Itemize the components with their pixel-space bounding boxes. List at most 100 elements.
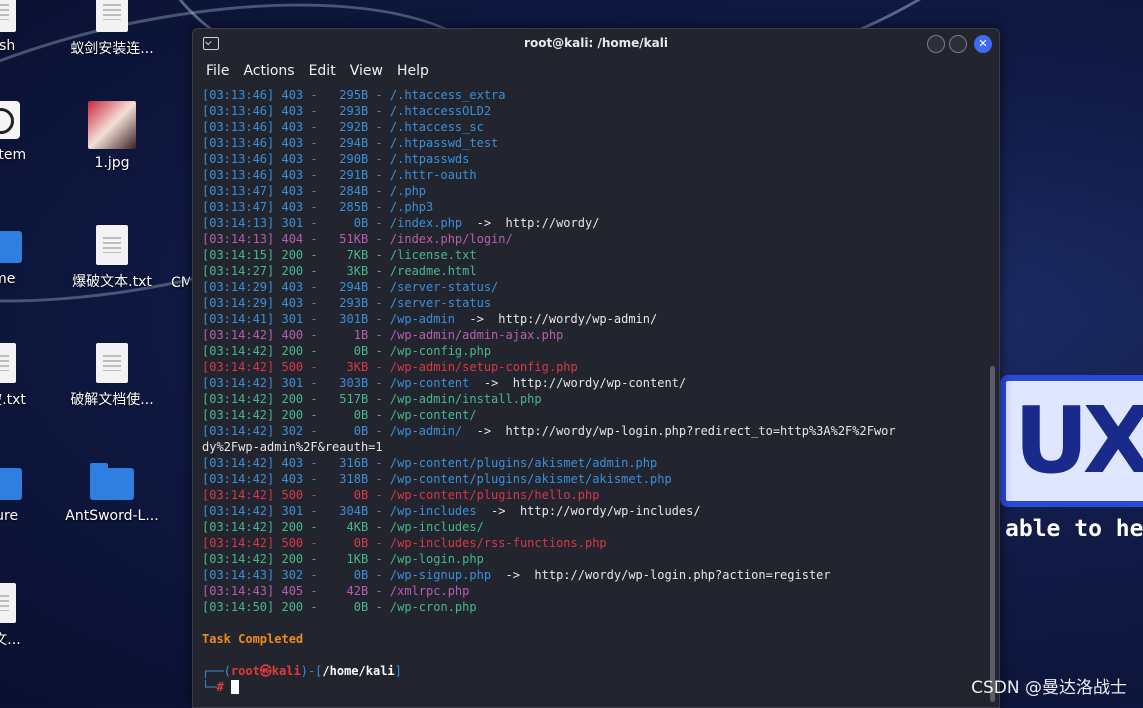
terminal-line-size: 318B bbox=[324, 472, 369, 486]
terminal-window[interactable]: root@kali: /home/kali ✕ File Actions Edi… bbox=[192, 28, 1000, 708]
terminal-line-size: 0B bbox=[324, 488, 369, 502]
desktop-icon-trash[interactable]: rash bbox=[0, 0, 50, 54]
terminal-line-size: 3KB bbox=[324, 360, 369, 374]
desktop-icon-label: 破解文档使... bbox=[70, 392, 154, 408]
background-tagline: able to he bbox=[1005, 516, 1143, 542]
terminal-line-time: [03:14:42] bbox=[202, 360, 275, 374]
terminal-line: [03:13:46] 403 - 295B - /.htaccess_extra bbox=[202, 88, 506, 102]
terminal-line-path: /wp-includes/rss-functions.php bbox=[389, 536, 607, 550]
menu-edit[interactable]: Edit bbox=[302, 63, 343, 79]
desktop-icon-home[interactable]: ome bbox=[0, 225, 50, 287]
terminal-line: dy%2Fwp-admin%2F&reauth=1 bbox=[202, 439, 985, 455]
terminal-line-path: /wp-includes/ bbox=[389, 520, 484, 534]
terminal-line-size: 292B bbox=[324, 120, 369, 134]
terminal-line-time: [03:14:42] bbox=[202, 504, 275, 518]
terminal-line: [03:14:50] 200 - 0B - /wp-cron.php bbox=[202, 600, 477, 614]
folder-icon bbox=[0, 468, 22, 500]
terminal-line: [03:14:42] 500 - 3KB - /wp-admin/setup-c… bbox=[202, 360, 578, 374]
desktop-icon-label: 本文... bbox=[0, 632, 21, 648]
terminal-line-time: [03:14:42] bbox=[202, 456, 275, 470]
terminal-line-size: 294B bbox=[324, 136, 369, 150]
close-icon: ✕ bbox=[978, 37, 988, 50]
terminal-line-time: [03:14:42] bbox=[202, 472, 275, 486]
terminal-line-path: /wp-includes bbox=[389, 504, 477, 518]
terminal-line-path: /index.php/login/ bbox=[389, 232, 513, 246]
terminal-line: [03:14:42] 200 - 0B - /wp-content/ bbox=[202, 408, 477, 422]
desktop-icon-crack-text[interactable]: 爆破文本.txt bbox=[62, 225, 162, 291]
maximize-button[interactable] bbox=[949, 35, 967, 53]
terminal-line-code: 403 bbox=[281, 296, 304, 310]
terminal-line: [03:14:42] 200 - 4KB - /wp-includes/ bbox=[202, 520, 484, 534]
terminal-line-size: 517B bbox=[324, 392, 369, 406]
text-cursor bbox=[230, 680, 239, 694]
window-titlebar[interactable]: root@kali: /home/kali ✕ bbox=[193, 29, 999, 57]
terminal-line-path: /wp-config.php bbox=[389, 344, 492, 358]
terminal-line: [03:14:42] 302 - 0B - /wp-admin/ -> http… bbox=[202, 424, 896, 438]
menu-file[interactable]: File bbox=[199, 63, 236, 79]
terminal-line-code: 200 bbox=[281, 344, 304, 358]
menu-help[interactable]: Help bbox=[390, 63, 436, 79]
terminal-line-path: /.htpasswds bbox=[389, 152, 470, 166]
terminal-line: [03:13:47] 403 - 285B - /.php3 bbox=[202, 200, 434, 214]
desktop-icon-crack-txt[interactable]: 爆破.txt bbox=[0, 343, 50, 409]
terminal-line-path: /wp-content/plugins/akismet/admin.php bbox=[389, 456, 658, 470]
desktop-icon-label: 爆破.txt bbox=[0, 392, 26, 408]
terminal-line-path: /.htaccessOLD2 bbox=[389, 104, 492, 118]
desktop-icon-cm[interactable]: CM bbox=[160, 275, 190, 291]
terminal-line-size: 290B bbox=[324, 152, 369, 166]
terminal-line-size: 304B bbox=[324, 504, 369, 518]
menu-actions[interactable]: Actions bbox=[236, 63, 301, 79]
terminal-line-redirect: -> http://wordy/wp-login.php?redirect_to… bbox=[462, 424, 896, 438]
desktop-icon-crack-doc[interactable]: 破解文档使... bbox=[62, 343, 162, 409]
terminal-line-size: 295B bbox=[324, 88, 369, 102]
terminal-line: [03:14:42] 301 - 304B - /wp-includes -> … bbox=[202, 504, 701, 518]
terminal-line-time: [03:14:42] bbox=[202, 328, 275, 342]
terminal-line-time: [03:13:46] bbox=[202, 88, 275, 102]
terminal-line: [03:14:42] 200 - 517B - /wp-admin/instal… bbox=[202, 392, 542, 406]
desktop-icon-1jpg[interactable]: 1.jpg bbox=[62, 101, 162, 171]
menu-view[interactable]: View bbox=[343, 63, 390, 79]
desktop-icon-label: AntSword-L... bbox=[65, 508, 159, 524]
desktop-icon-antsword-install[interactable]: 蚁剑安装连... bbox=[62, 0, 162, 58]
terminal-line-path: /server-status/ bbox=[389, 280, 499, 294]
terminal-line: [03:14:42] 200 - 1KB - /wp-login.php bbox=[202, 552, 484, 566]
desktop-icon-system[interactable]: System bbox=[0, 101, 50, 163]
terminal-line: [03:14:42] 500 - 0B - /wp-includes/rss-f… bbox=[202, 536, 607, 550]
terminal-line-code: 403 bbox=[281, 104, 304, 118]
terminal-output[interactable]: [03:13:46] 403 - 295B - /.htaccess_extra… bbox=[202, 87, 985, 707]
desktop-icon-text-file[interactable]: 本文... bbox=[0, 583, 50, 649]
terminal-line-time: [03:14:42] bbox=[202, 344, 275, 358]
terminal-line: [03:14:15] 200 - 7KB - /license.txt bbox=[202, 248, 477, 262]
terminal-line: [03:14:29] 403 - 293B - /server-status bbox=[202, 296, 492, 310]
terminal-line-time: [03:14:27] bbox=[202, 264, 275, 278]
terminal-line-path: /readme.html bbox=[389, 264, 477, 278]
desktop-icon-label: CM bbox=[171, 275, 190, 291]
terminal-line: [03:14:43] 405 - 42B - /xmlrpc.php bbox=[202, 584, 470, 598]
terminal-line-size: 316B bbox=[324, 456, 369, 470]
shell-prompt-line: ┌──(root㉿kali)-[/home/kali] bbox=[202, 663, 985, 679]
terminal-line: [03:14:27] 200 - 3KB - /readme.html bbox=[202, 264, 477, 278]
close-button[interactable]: ✕ bbox=[974, 35, 992, 53]
terminal-line-code: 500 bbox=[281, 360, 304, 374]
minimize-button[interactable] bbox=[927, 35, 945, 53]
terminal-line-time: [03:13:46] bbox=[202, 136, 275, 150]
document-icon bbox=[96, 343, 128, 383]
document-icon bbox=[96, 225, 128, 265]
prompt-hash: # bbox=[216, 680, 231, 694]
desktop-icon-label: cture bbox=[0, 508, 19, 524]
terminal-line-code: 200 bbox=[281, 248, 304, 262]
terminal-line-redirect: -> http://wordy/wp-includes/ bbox=[476, 504, 701, 518]
terminal-line-code: 301 bbox=[281, 376, 304, 390]
terminal-line-redirect: -> http://wordy/ bbox=[462, 216, 600, 230]
terminal-line-path: /wp-login.php bbox=[389, 552, 484, 566]
desktop-icon-picture[interactable]: cture bbox=[0, 462, 50, 524]
desktop-icon-antsword-folder[interactable]: AntSword-L... bbox=[62, 462, 162, 524]
terminal-line-path: /wp-admin/admin-ajax.php bbox=[389, 328, 564, 342]
document-icon bbox=[96, 0, 128, 32]
shell-input-line[interactable]: └─# bbox=[202, 679, 985, 695]
terminal-line-size: 42B bbox=[324, 584, 369, 598]
terminal-scrollbar[interactable] bbox=[990, 366, 995, 702]
terminal-line-time: [03:14:42] bbox=[202, 392, 275, 406]
prompt-path: /home/kali bbox=[322, 664, 395, 678]
terminal-line-code: 500 bbox=[281, 536, 304, 550]
